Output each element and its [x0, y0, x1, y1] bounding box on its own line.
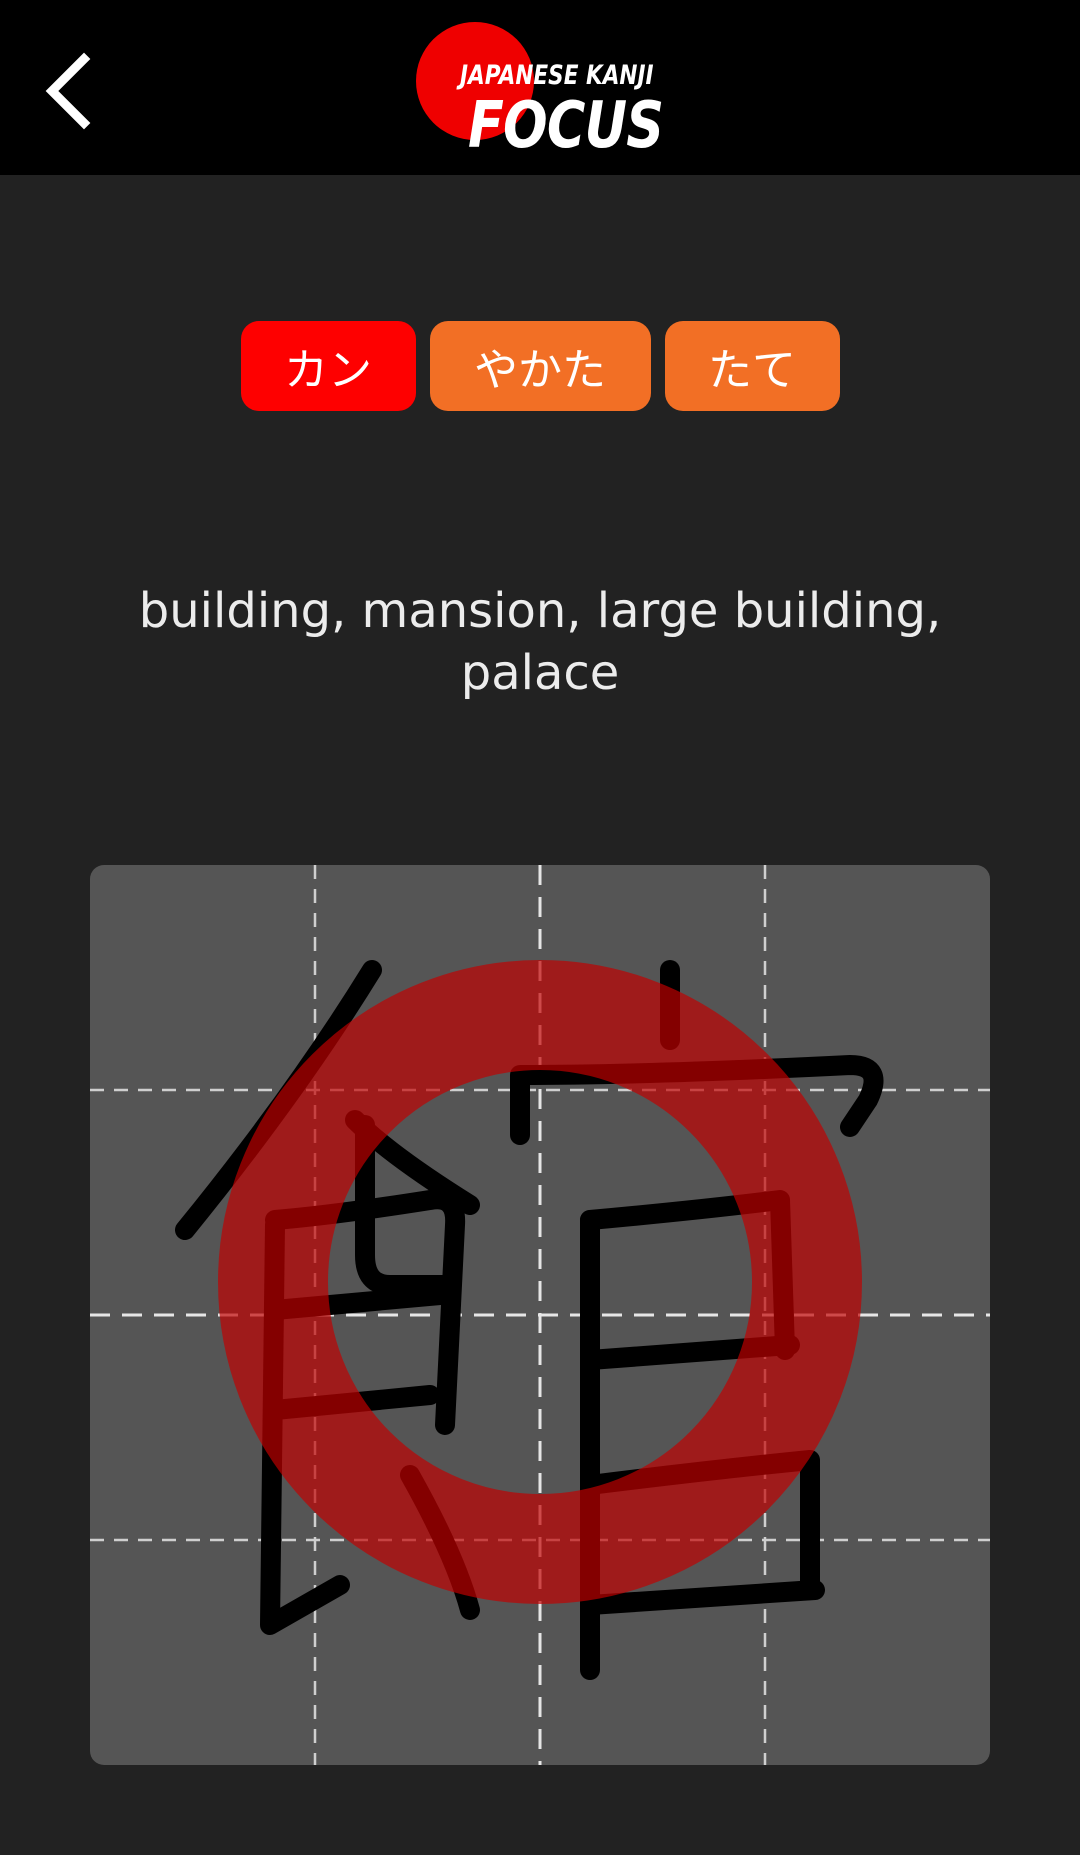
logo-line1: JAPANESE KANJI [460, 60, 654, 91]
back-button[interactable] [20, 36, 120, 146]
reading-kun-yakata[interactable]: やかた [429, 321, 651, 411]
app-header: JAPANESE KANJI FOCUS [0, 0, 1080, 175]
logo-line2: FOCUS [468, 89, 664, 163]
reading-kun-tate[interactable]: たて [664, 321, 840, 411]
chevron-left-icon [45, 52, 91, 130]
kanji-meaning: building, mansion, large building, palac… [138, 583, 942, 701]
writing-canvas-drawing [90, 865, 990, 1765]
reading-on-kan[interactable]: カン [240, 321, 416, 411]
app-logo: JAPANESE KANJI FOCUS [410, 18, 680, 168]
writing-canvas[interactable] [90, 865, 990, 1765]
readings-row: カン やかた たて [0, 321, 1080, 411]
